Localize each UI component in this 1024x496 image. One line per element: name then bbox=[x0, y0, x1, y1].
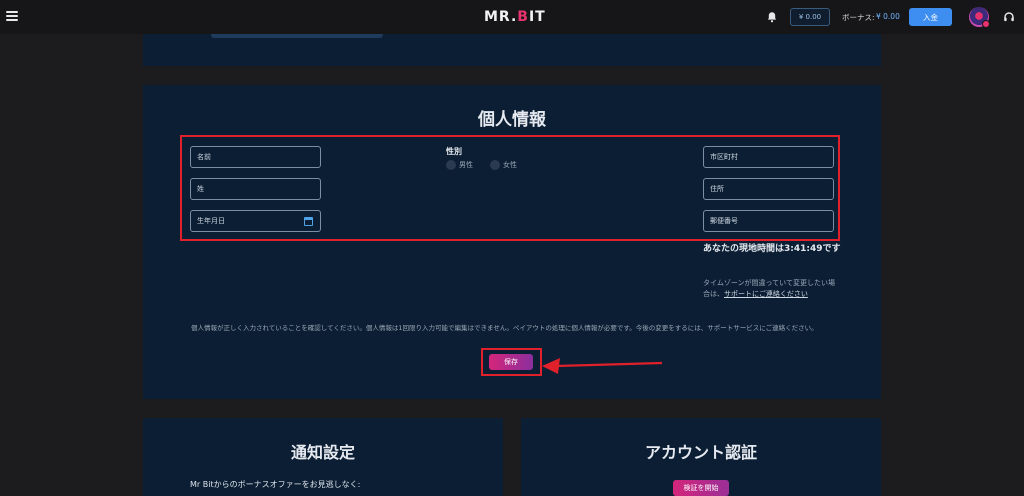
city-field[interactable]: 市区町村 bbox=[703, 146, 834, 168]
radio-dot-female[interactable] bbox=[490, 160, 500, 170]
balance-display[interactable]: ¥ 0.00 bbox=[790, 8, 830, 26]
deposit-button[interactable]: 入金 bbox=[909, 8, 952, 26]
logo[interactable]: MR.BIT bbox=[484, 9, 546, 25]
previous-section-panel bbox=[143, 34, 881, 66]
personal-info-title: 個人情報 bbox=[478, 110, 546, 130]
avatar-badge bbox=[982, 20, 990, 28]
first-name-field[interactable]: 名前 bbox=[190, 146, 321, 168]
annotation-arrow-icon bbox=[542, 358, 663, 374]
radio-dot-male[interactable] bbox=[446, 160, 456, 170]
address-field[interactable]: 住所 bbox=[703, 178, 834, 200]
address-placeholder: 住所 bbox=[710, 185, 724, 193]
notification-settings-title: 通知設定 bbox=[290, 443, 355, 462]
postal-code-field[interactable]: 郵便番号 bbox=[703, 210, 834, 232]
timezone-title: あなたの現地時間は3:41:49です bbox=[703, 244, 841, 254]
notification-settings-panel: 通知設定 Mr Bitからのボーナスオファーをお見逃しなく: bbox=[143, 418, 503, 496]
headset-icon[interactable] bbox=[1003, 11, 1015, 23]
disclaimer-text: 個人情報が正しく入力されていることを確認してください。個人情報は1回限り入力可能… bbox=[191, 324, 818, 332]
gender-radio-male[interactable]: 男性 bbox=[446, 160, 473, 170]
save-button[interactable]: 保存 bbox=[489, 354, 533, 370]
bonus-amount: ¥ 0.00 bbox=[876, 12, 900, 21]
first-name-placeholder: 名前 bbox=[197, 153, 211, 161]
last-name-field[interactable]: 姓 bbox=[190, 178, 321, 200]
account-verification-title: アカウント認証 bbox=[644, 443, 757, 462]
menu-icon[interactable] bbox=[6, 11, 18, 21]
gender-label: 性別 bbox=[446, 147, 462, 156]
start-verification-button[interactable]: 検証を開始 bbox=[673, 480, 729, 496]
gender-radio-female[interactable]: 女性 bbox=[490, 160, 517, 170]
gender-female-label: 女性 bbox=[503, 161, 517, 169]
support-link[interactable]: サポートにご連絡ください bbox=[724, 290, 808, 298]
previous-section-bar bbox=[211, 34, 383, 38]
birth-date-placeholder: 生年月日 bbox=[197, 217, 225, 225]
logo-text-left: MR. bbox=[484, 9, 518, 25]
gender-male-label: 男性 bbox=[459, 161, 473, 169]
top-bar: MR.BIT ¥ 0.00 ボーナス: ¥ 0.00 入金 bbox=[0, 0, 1024, 34]
city-placeholder: 市区町村 bbox=[710, 153, 738, 161]
logo-text-accent: B bbox=[517, 9, 529, 25]
postal-code-placeholder: 郵便番号 bbox=[710, 217, 738, 225]
account-verification-panel: アカウント認証 検証を開始 bbox=[521, 418, 881, 496]
notification-subtitle: Mr Bitからのボーナスオファーをお見逃しなく: bbox=[190, 480, 361, 489]
birth-date-field[interactable]: 生年月日 bbox=[190, 210, 321, 232]
last-name-placeholder: 姓 bbox=[197, 185, 204, 193]
calendar-icon[interactable] bbox=[304, 217, 313, 226]
personal-info-panel: 個人情報 名前 姓 生年月日 性別 男性 女性 市区町村 住所 郵便番号 あなた… bbox=[143, 85, 881, 399]
bell-icon[interactable] bbox=[766, 11, 778, 23]
timezone-note: タイムゾーンが間違っていて変更したい場合は、サポートにご連絡ください bbox=[703, 278, 839, 300]
logo-text-right: IT bbox=[528, 9, 546, 25]
bonus-label: ボーナス: bbox=[842, 13, 875, 22]
